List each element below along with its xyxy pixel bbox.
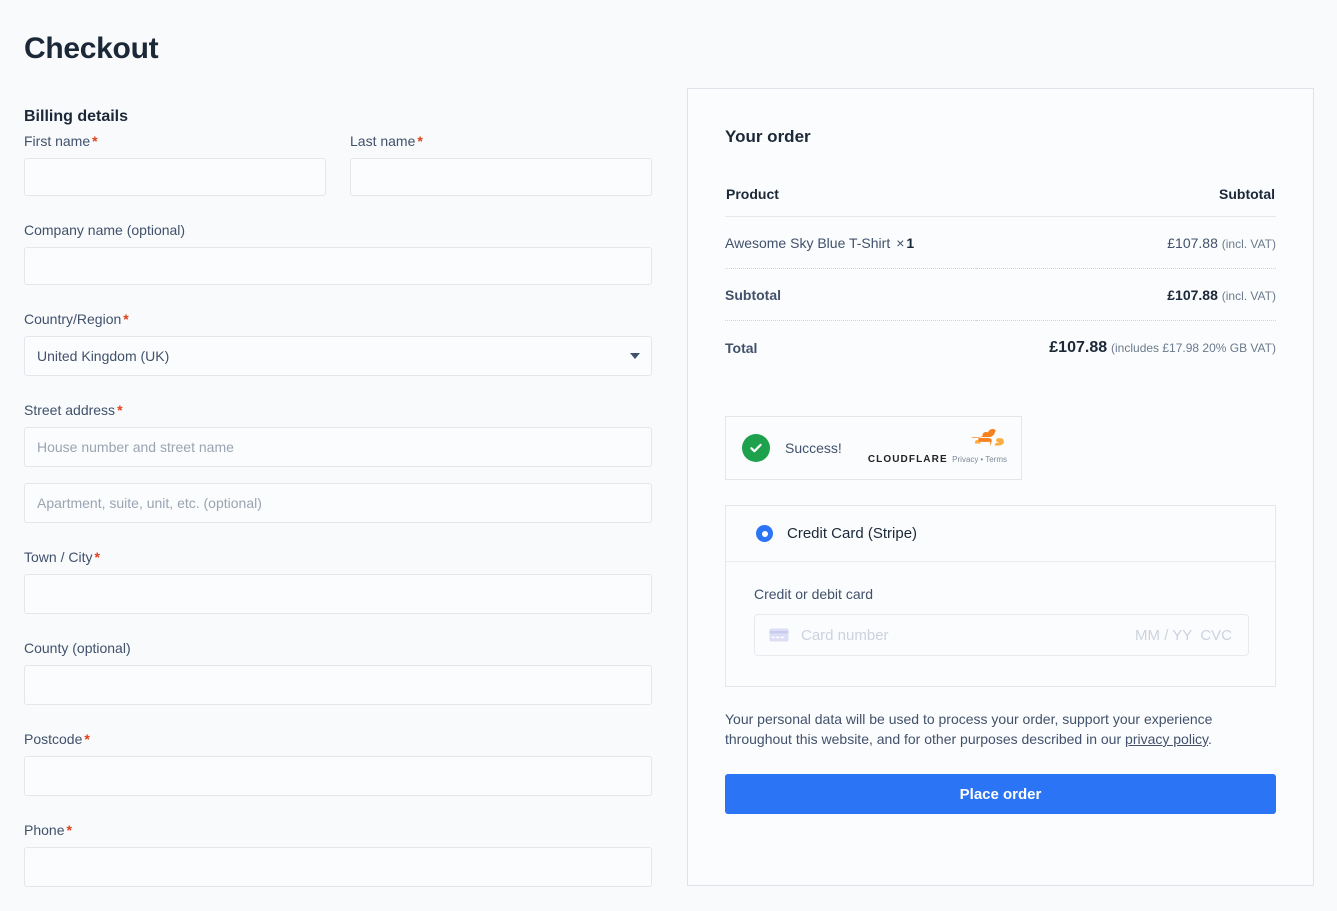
cloudflare-turnstile-widget[interactable]: Success! CLOUDFLARE Privacy • Terms: [725, 416, 1022, 480]
order-total-row: Total £107.88 (includes £17.98 20% GB VA…: [725, 321, 1276, 375]
page-title: Checkout: [24, 32, 159, 66]
street-address-label: Street address *: [24, 402, 652, 419]
order-item-vat-note: (incl. VAT): [1221, 237, 1276, 251]
last-name-field: Last name *: [350, 133, 652, 196]
billing-form: First name * Last name * Company name (opt…: [24, 133, 652, 903]
name-row: First name * Last name *: [24, 133, 652, 212]
postcode-label-text: Postcode: [24, 731, 83, 747]
town-city-label: Town / City *: [24, 549, 652, 566]
checkout-page: Checkout Billing details First name * Las…: [0, 0, 1337, 911]
postcode-input[interactable]: [24, 756, 652, 796]
column-header-subtotal: Subtotal: [975, 185, 1276, 217]
street-address-line1-input[interactable]: [24, 427, 652, 467]
payment-method-body: Credit or debit card Card number MM / YY…: [726, 562, 1275, 686]
column-header-product: Product: [725, 185, 976, 217]
last-name-input[interactable]: [350, 158, 652, 196]
order-item-amount: £107.88: [1167, 235, 1218, 251]
required-marker: *: [84, 731, 90, 747]
radio-inner-dot: [761, 530, 768, 537]
order-title: Your order: [725, 127, 811, 146]
town-city-input[interactable]: [24, 574, 652, 614]
order-table: Product Subtotal Awesome Sky Blue T-Shir…: [725, 185, 1276, 374]
radio-selected-icon[interactable]: [756, 525, 773, 542]
first-name-input[interactable]: [24, 158, 326, 196]
required-marker: *: [94, 549, 100, 565]
postcode-field: Postcode *: [24, 731, 652, 796]
company-name-input[interactable]: [24, 247, 652, 285]
town-city-field: Town / City *: [24, 549, 652, 614]
street-address-label-text: Street address: [24, 402, 116, 418]
order-item-name: Awesome Sky Blue T-Shirt: [725, 235, 891, 251]
county-label: County (optional): [24, 640, 131, 656]
order-item-amount-cell: £107.88 (incl. VAT): [975, 216, 1276, 269]
turnstile-terms-link[interactable]: Terms: [985, 455, 1007, 464]
turnstile-privacy-link[interactable]: Privacy: [952, 455, 978, 464]
privacy-text-after: .: [1208, 731, 1212, 747]
county-input[interactable]: [24, 665, 652, 705]
required-marker: *: [92, 133, 98, 149]
country-region-select-wrap: United Kingdom (UK): [24, 336, 652, 376]
street-address-field: Street address *: [24, 402, 652, 467]
required-marker: *: [117, 402, 123, 418]
first-name-label-text: First name: [24, 133, 91, 149]
cloudflare-links: Privacy • Terms: [952, 455, 1007, 464]
subtotal-amount: £107.88: [1167, 287, 1218, 303]
postcode-label: Postcode *: [24, 731, 652, 748]
phone-label: Phone *: [24, 822, 652, 839]
payment-method-stripe[interactable]: Credit Card (Stripe): [726, 506, 1275, 562]
card-number-placeholder: Card number: [801, 626, 889, 644]
total-amount-cell: £107.88 (includes £17.98 20% GB VAT): [976, 321, 1276, 375]
last-name-label: Last name *: [350, 133, 652, 150]
county-field: County (optional): [24, 640, 652, 705]
cloudflare-wordmark: CLOUDFLARE: [867, 454, 948, 465]
privacy-notice: Your personal data will be used to proce…: [725, 709, 1225, 749]
credit-card-icon: [769, 628, 789, 642]
card-expiry-cvc-placeholder: MM / YY CVC: [1135, 626, 1232, 644]
first-name-field: First name *: [24, 133, 326, 196]
order-item-qty: 1: [906, 235, 915, 251]
required-marker: *: [123, 311, 129, 327]
billing-details-heading: Billing details: [24, 108, 129, 126]
cloudflare-cloud-icon: [971, 429, 1004, 447]
phone-input[interactable]: [24, 847, 652, 887]
subtotal-label: Subtotal: [725, 268, 976, 321]
town-city-label-text: Town / City: [24, 549, 93, 565]
street-address-line2-input[interactable]: [24, 483, 652, 523]
card-input-field[interactable]: Card number MM / YY CVC: [754, 614, 1249, 656]
order-subtotal-row: Subtotal £107.88 (incl. VAT): [725, 268, 1276, 321]
link-separator: •: [980, 455, 984, 464]
order-line-item-row: Awesome Sky Blue T-Shirt × 1 £107.88 (incl…: [725, 216, 1276, 269]
country-region-label-text: Country/Region: [24, 311, 122, 327]
success-check-icon: [742, 434, 770, 462]
place-order-button[interactable]: Place order: [725, 774, 1276, 814]
subtotal-vat-note: (incl. VAT): [1221, 289, 1276, 303]
country-region-field: Country/Region * United Kingdom (UK): [24, 311, 652, 376]
country-region-label: Country/Region *: [24, 311, 652, 328]
multiply-icon: ×: [896, 235, 905, 251]
order-summary-panel: Your order Product Subtotal Awesome Sky …: [687, 88, 1314, 886]
phone-label-text: Phone: [24, 822, 65, 838]
company-name-label: Company name (optional): [24, 222, 186, 238]
total-amount: £107.88: [1049, 339, 1108, 356]
country-region-select[interactable]: United Kingdom (UK): [24, 336, 652, 376]
company-name-field: Company name (optional): [24, 222, 652, 285]
first-name-label: First name *: [24, 133, 326, 150]
card-section-label: Credit or debit card: [754, 586, 874, 602]
order-item-name-cell: Awesome Sky Blue T-Shirt × 1: [725, 216, 976, 269]
payment-methods-box: Credit Card (Stripe) Credit or debit car…: [725, 505, 1276, 687]
turnstile-status-text: Success!: [785, 440, 842, 456]
total-label: Total: [725, 340, 758, 356]
required-marker: *: [417, 133, 423, 149]
subtotal-amount-cell: £107.88 (incl. VAT): [975, 268, 1276, 321]
required-marker: *: [66, 822, 72, 838]
cloudflare-logo: CLOUDFLARE Privacy • Terms: [868, 429, 1007, 467]
phone-field: Phone *: [24, 822, 652, 887]
privacy-policy-link[interactable]: privacy policy: [1125, 731, 1208, 747]
total-vat-note: (includes £17.98 20% GB VAT): [1111, 341, 1276, 355]
payment-method-label: Credit Card (Stripe): [787, 525, 918, 542]
last-name-label-text: Last name: [350, 133, 416, 149]
street-address-line2-field: [24, 483, 652, 523]
order-table-header-row: Product Subtotal: [725, 185, 1276, 217]
